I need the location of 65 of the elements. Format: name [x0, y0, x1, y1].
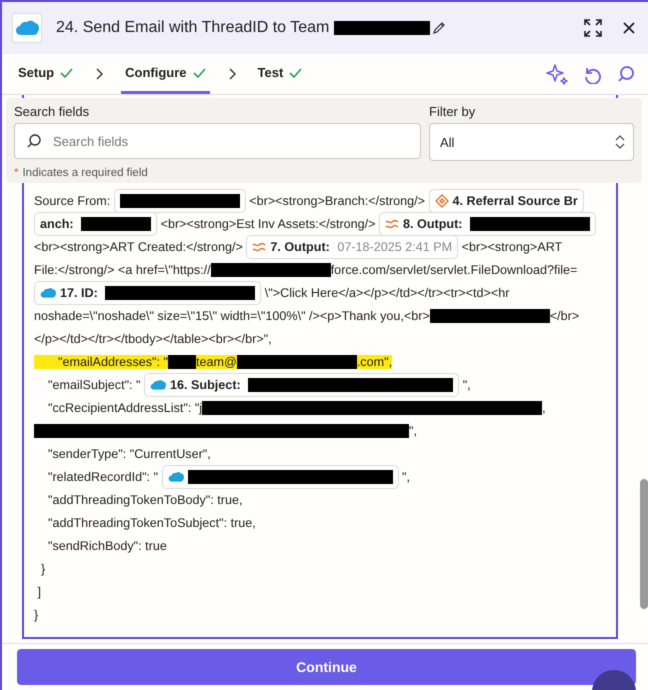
field-label: Filter by	[429, 104, 476, 119]
continue-button[interactable]: Continue	[17, 649, 636, 685]
code-text: </p></td></tr></tbody></table><br></br>",	[34, 332, 272, 346]
sparkle-icon[interactable]	[546, 63, 568, 85]
code-text: File:</strong/> <a href=\"https://	[34, 262, 211, 276]
step-tab[interactable]: Test	[254, 54, 306, 94]
code-text: "addThreadingTokenToBody": true,	[46, 492, 242, 506]
code-text: "senderType": "CurrentUser",	[46, 446, 211, 460]
code-text: <br><strong>ART	[460, 240, 562, 254]
step-tab[interactable]: Setup	[14, 54, 78, 94]
code-text: force.com/servlet/servlet.FileDownload?file=	[330, 262, 578, 276]
cloud-icon	[40, 286, 56, 298]
data-pill[interactable]: 7. Output: 07-18-2025 2:41 PM	[246, 234, 458, 258]
required-asterisk: *	[14, 167, 18, 179]
code-text: <br><strong>Est Inv Assets:</strong/>	[160, 216, 377, 230]
code-text: ,	[542, 400, 546, 414]
data-pill[interactable]: 4. Referral Source Br	[428, 188, 584, 212]
code-text: <br><strong>ART Created:</strong/>	[34, 240, 244, 254]
cloud-icon	[168, 470, 184, 482]
filter-select[interactable]: All	[429, 123, 634, 161]
code-text: "sendRichBody": true	[46, 538, 167, 552]
code-text: "emailAddresses": "	[56, 354, 168, 368]
code-text: ",	[401, 470, 410, 484]
code-text: .com",	[356, 354, 392, 368]
data-pill[interactable]: 8. Output:	[379, 212, 596, 236]
code-text: "emailSubject": "	[46, 378, 142, 392]
close-icon[interactable]	[622, 21, 636, 35]
code-text: ",	[409, 424, 417, 438]
expand-icon[interactable]	[584, 19, 602, 37]
formatter-icon	[385, 218, 400, 230]
code-text: "addThreadingTokenToSubject": true,	[46, 516, 256, 530]
pencil-icon[interactable]	[432, 21, 446, 35]
search-icon[interactable]	[616, 64, 636, 84]
chevron-right-icon	[95, 68, 104, 80]
code-text: Source From:	[34, 194, 112, 208]
data-pill[interactable]: anch:	[34, 212, 158, 236]
code-text: \">Click Here</a></p></td></tr><tr><td><hr	[264, 286, 510, 300]
data-pill[interactable]: 16. Subject:	[144, 372, 460, 396]
redaction-bar	[168, 354, 196, 368]
data-pill[interactable]	[114, 188, 246, 212]
code-text: </br>	[550, 308, 580, 322]
code-text: "relatedRecordId": "	[46, 470, 160, 484]
step-tab[interactable]: Configure	[121, 54, 210, 94]
code-text: ]	[36, 584, 41, 598]
formatter-icon	[252, 240, 266, 252]
code-text: team@	[196, 354, 237, 368]
cloud-icon	[150, 378, 166, 390]
step-title: 24. Send Email with ThreadID to Team	[56, 19, 330, 37]
chevron-right-icon	[228, 68, 236, 80]
data-pill[interactable]	[162, 464, 399, 488]
code-text: <br><strong>Branch:</strong/>	[248, 194, 426, 208]
code-text: }	[40, 562, 46, 576]
app-logo-icon	[12, 13, 42, 43]
search-icon	[26, 133, 42, 149]
code-text: "ccRecipientAddressList": "j	[46, 400, 202, 414]
code-text: ",	[462, 378, 471, 392]
data-pill[interactable]: 17. ID:	[34, 280, 262, 304]
code-text: }	[34, 608, 38, 622]
redaction-bar	[81, 216, 152, 230]
search-field[interactable]: Search fields	[14, 123, 421, 159]
required-note: Indicates a required field	[22, 167, 148, 179]
up-down-chevron-icon	[615, 134, 625, 150]
code-text: noshade=\"noshade\" size=\"15\" width=\"100%\" /><p>Thank you,<br>	[34, 308, 430, 322]
field-label: Search fields	[14, 104, 90, 119]
diamond-icon	[434, 194, 449, 208]
